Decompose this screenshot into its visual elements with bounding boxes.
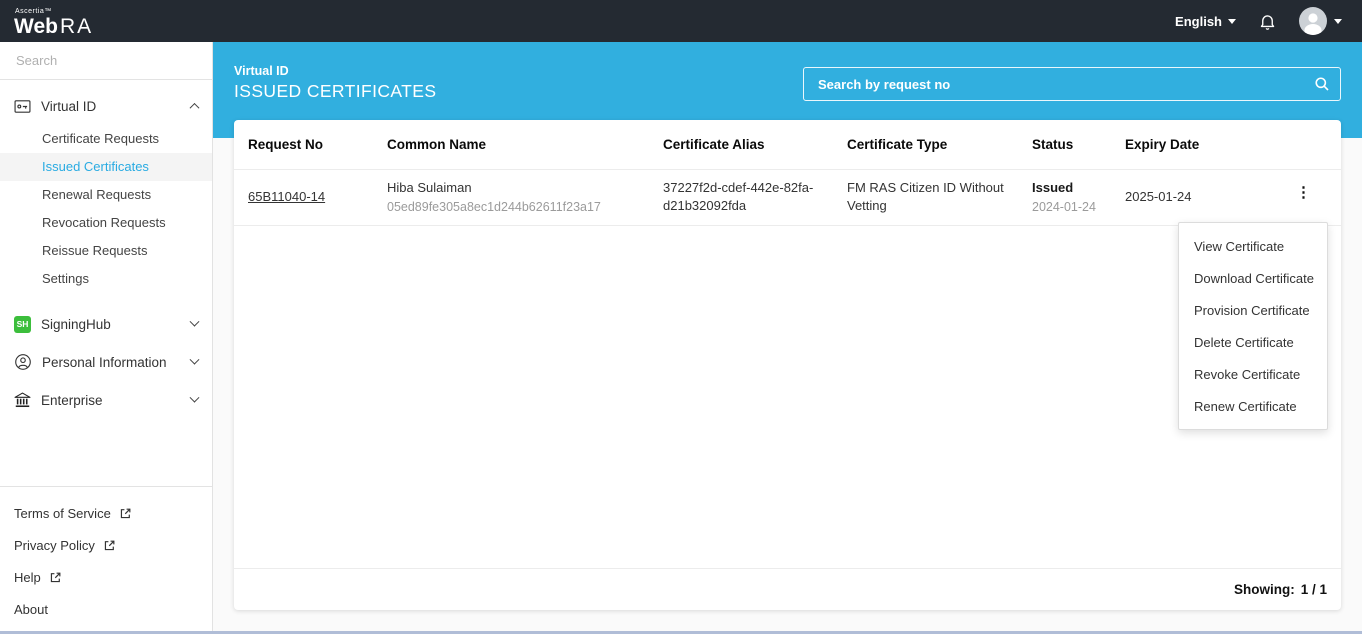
column-header-expiry-date: Expiry Date <box>1111 137 1276 152</box>
column-header-certificate-type: Certificate Type <box>833 137 1018 152</box>
bank-icon <box>14 392 31 409</box>
brand-webra-label: WebRA <box>14 15 93 38</box>
sidebar-item-issued-certificates[interactable]: Issued Certificates <box>0 153 212 181</box>
external-link-icon <box>119 507 132 520</box>
external-link-icon <box>103 539 116 552</box>
showing-label: Showing: <box>1234 582 1295 597</box>
avatar <box>1299 7 1327 35</box>
request-search-input[interactable] <box>816 76 1314 93</box>
sidebar-item-settings[interactable]: Settings <box>0 265 212 293</box>
sidebar-item-label: Enterprise <box>41 393 181 408</box>
column-header-request-no: Request No <box>234 137 373 152</box>
menu-item-delete-certificate[interactable]: Delete Certificate <box>1179 326 1327 358</box>
sidebar-item-label: Virtual ID <box>41 99 181 114</box>
request-search <box>803 67 1341 101</box>
menu-item-renew-certificate[interactable]: Renew Certificate <box>1179 390 1327 422</box>
sidebar-footer: Terms of Service Privacy Policy Help Abo… <box>0 486 212 631</box>
table-header-row: Request No Common Name Certificate Alias… <box>234 120 1341 170</box>
signinghub-icon: SH <box>14 316 31 333</box>
sidebar-item-virtual-id[interactable]: Virtual ID <box>0 91 212 121</box>
sidebar-item-signinghub[interactable]: SH SigningHub <box>0 309 212 339</box>
showing-value: 1 / 1 <box>1301 582 1327 597</box>
main-content: Virtual ID ISSUED CERTIFICATES Request N… <box>213 42 1362 631</box>
caret-down-icon <box>1334 19 1342 24</box>
chevron-down-icon <box>190 354 200 364</box>
brand-ascertia-label: Ascertia™ <box>15 8 93 15</box>
column-header-status: Status <box>1018 137 1111 152</box>
chevron-down-icon <box>190 392 200 402</box>
issued-certificates-card: Request No Common Name Certificate Alias… <box>234 120 1341 610</box>
status-date: 2024-01-24 <box>1032 198 1101 216</box>
app-header: Ascertia™ WebRA English <box>0 0 1362 42</box>
row-actions-kebab-icon[interactable]: ⋮ <box>1290 179 1317 201</box>
menu-item-provision-certificate[interactable]: Provision Certificate <box>1179 294 1327 326</box>
certificate-type: FM RAS Citizen ID Without Vetting <box>847 179 1008 215</box>
sidebar-item-renewal-requests[interactable]: Renewal Requests <box>0 181 212 209</box>
sidebar-item-revocation-requests[interactable]: Revocation Requests <box>0 209 212 237</box>
table-empty-area <box>234 226 1341 568</box>
sidebar-search <box>0 42 212 80</box>
common-name-id: 05ed89fe305a8ec1d244b62611f23a17 <box>387 198 639 216</box>
chevron-up-icon <box>190 102 200 112</box>
caret-down-icon <box>1228 19 1236 24</box>
common-name: Hiba Sulaiman <box>387 179 639 197</box>
table-row: 65B11040-14 Hiba Sulaiman 05ed89fe305a8e… <box>234 170 1341 226</box>
row-actions-menu: View Certificate Download Certificate Pr… <box>1178 222 1328 430</box>
menu-item-view-certificate[interactable]: View Certificate <box>1179 230 1327 262</box>
link-label: Help <box>14 570 41 585</box>
sidebar: Virtual ID Certificate Requests Issued C… <box>0 42 213 631</box>
privacy-policy-link[interactable]: Privacy Policy <box>0 529 212 561</box>
sidebar-item-certificate-requests[interactable]: Certificate Requests <box>0 125 212 153</box>
sidebar-item-label: SigningHub <box>41 317 181 332</box>
virtual-id-submenu: Certificate Requests Issued Certificates… <box>0 125 212 293</box>
brand-logo: Ascertia™ WebRA <box>14 6 93 37</box>
language-label: English <box>1175 14 1222 29</box>
about-link[interactable]: About <box>0 593 212 625</box>
pagination-bar: Showing: 1 / 1 <box>234 568 1341 610</box>
search-icon[interactable] <box>1314 76 1330 92</box>
sidebar-search-input[interactable] <box>14 52 194 69</box>
column-header-certificate-alias: Certificate Alias <box>649 137 833 152</box>
sidebar-item-reissue-requests[interactable]: Reissue Requests <box>0 237 212 265</box>
column-header-common-name: Common Name <box>373 137 649 152</box>
notifications-button[interactable] <box>1258 11 1277 32</box>
bell-icon <box>1258 11 1277 32</box>
person-icon <box>14 353 32 371</box>
request-no-link[interactable]: 65B11040-14 <box>248 179 325 206</box>
sidebar-item-label: Personal Information <box>42 355 181 370</box>
sidebar-item-personal-information[interactable]: Personal Information <box>0 347 212 377</box>
link-label: Terms of Service <box>14 506 111 521</box>
language-selector[interactable]: English <box>1175 14 1236 29</box>
profile-menu[interactable] <box>1299 7 1342 35</box>
link-label: About <box>14 602 48 617</box>
status-badge: Issued <box>1032 179 1101 197</box>
menu-item-revoke-certificate[interactable]: Revoke Certificate <box>1179 358 1327 390</box>
virtual-id-card-icon <box>14 99 31 114</box>
chevron-down-icon <box>190 316 200 326</box>
terms-of-service-link[interactable]: Terms of Service <box>0 497 212 529</box>
link-label: Privacy Policy <box>14 538 95 553</box>
help-link[interactable]: Help <box>0 561 212 593</box>
external-link-icon <box>49 571 62 584</box>
certificate-alias: 37227f2d-cdef-442e-82fa-d21b32092fda <box>663 179 823 215</box>
menu-item-download-certificate[interactable]: Download Certificate <box>1179 262 1327 294</box>
expiry-date: 2025-01-24 <box>1111 179 1276 206</box>
sidebar-item-enterprise[interactable]: Enterprise <box>0 385 212 415</box>
